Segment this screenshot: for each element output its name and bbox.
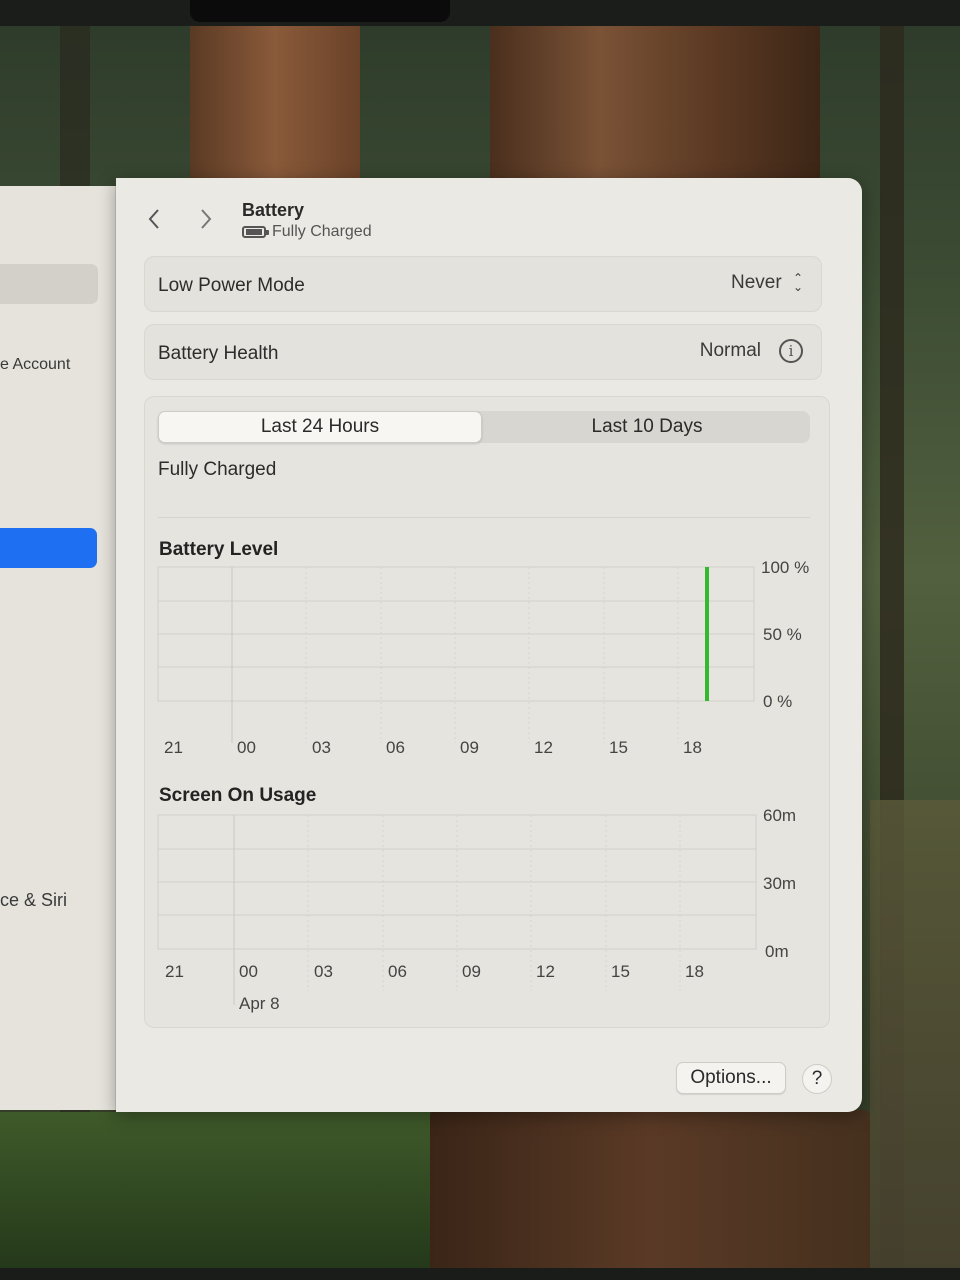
battery-health-value: Normal [699, 340, 761, 361]
page-title: Battery [242, 200, 305, 220]
chevron-right-icon [201, 209, 212, 229]
battery-health-label: Battery Health [158, 343, 279, 364]
battery-status-subtitle: Fully Charged [242, 223, 372, 241]
x-label: 09 [462, 962, 481, 981]
x-label: 12 [534, 738, 553, 757]
battery-usage-card: Last 24 Hours Last 10 Days Fully Charged… [144, 396, 830, 1028]
y-label-30m: 30m [763, 874, 796, 893]
low-power-mode-label: Low Power Mode [158, 275, 305, 296]
battery-settings-window: Battery Fully Charged Low Power Mode Nev… [116, 178, 862, 1112]
date-label: Apr 8 [239, 994, 280, 1013]
x-label: 09 [460, 738, 479, 757]
y-label-100: 100 % [761, 558, 809, 577]
charge-status-text: Fully Charged [158, 459, 277, 480]
chevron-left-icon [148, 209, 159, 229]
up-down-chevron-icon: ⌃ ⌄ [792, 270, 803, 294]
forward-button[interactable] [194, 204, 218, 234]
time-range-segmented-control: Last 24 Hours Last 10 Days [158, 411, 810, 443]
y-label-0: 0 % [763, 692, 792, 711]
x-label: 03 [314, 962, 333, 981]
x-label: 18 [685, 962, 704, 981]
sidebar-item-battery-selected[interactable] [0, 528, 97, 568]
sidebar: e Account ce & Siri [0, 186, 116, 1110]
help-button[interactable]: ? [802, 1064, 832, 1094]
low-power-mode-value: Never [730, 272, 782, 293]
screen-on-usage-chart: 60m 30m 0m 21 00 03 06 09 12 15 18 Apr 8 [157, 806, 796, 1013]
x-label: 12 [536, 962, 555, 981]
low-power-mode-row: Low Power Mode Never ⌃ ⌄ [144, 256, 822, 312]
info-icon[interactable]: i [779, 339, 803, 363]
y-label-50: 50 % [763, 625, 802, 644]
x-label: 18 [683, 738, 702, 757]
x-label: 03 [312, 738, 331, 757]
back-button[interactable] [142, 204, 166, 234]
battery-level-chart: 100 % 50 % 0 % 21 00 03 06 09 12 15 18 [157, 558, 809, 757]
camera-notch [190, 0, 450, 22]
screen-on-usage-title: Screen On Usage [159, 785, 317, 806]
x-label: 15 [609, 738, 628, 757]
x-label: 15 [611, 962, 630, 981]
x-label: 00 [239, 962, 258, 981]
tab-last-10-days[interactable]: Last 10 Days [484, 411, 810, 443]
battery-charging-icon [242, 226, 269, 238]
battery-grid [157, 566, 755, 743]
x-label: 06 [388, 962, 407, 981]
options-button[interactable]: Options... [676, 1062, 786, 1094]
low-power-mode-select[interactable]: Never ⌃ ⌄ [731, 272, 803, 294]
x-label: 00 [237, 738, 256, 757]
sidebar-item-siri[interactable]: ce & Siri [0, 890, 67, 911]
y-label-60m: 60m [763, 806, 796, 825]
battery-health-row: Battery Health Normal i [144, 324, 822, 380]
x-label: 06 [386, 738, 405, 757]
tab-last-24-hours[interactable]: Last 24 Hours [158, 411, 482, 443]
sidebar-item-search[interactable] [0, 264, 98, 304]
divider [158, 517, 810, 518]
y-label-0m: 0m [765, 942, 789, 961]
x-label: 21 [165, 962, 184, 981]
sidebar-item-account[interactable]: e Account [0, 356, 70, 374]
x-label: 21 [164, 738, 183, 757]
subtitle-text: Fully Charged [272, 223, 372, 240]
